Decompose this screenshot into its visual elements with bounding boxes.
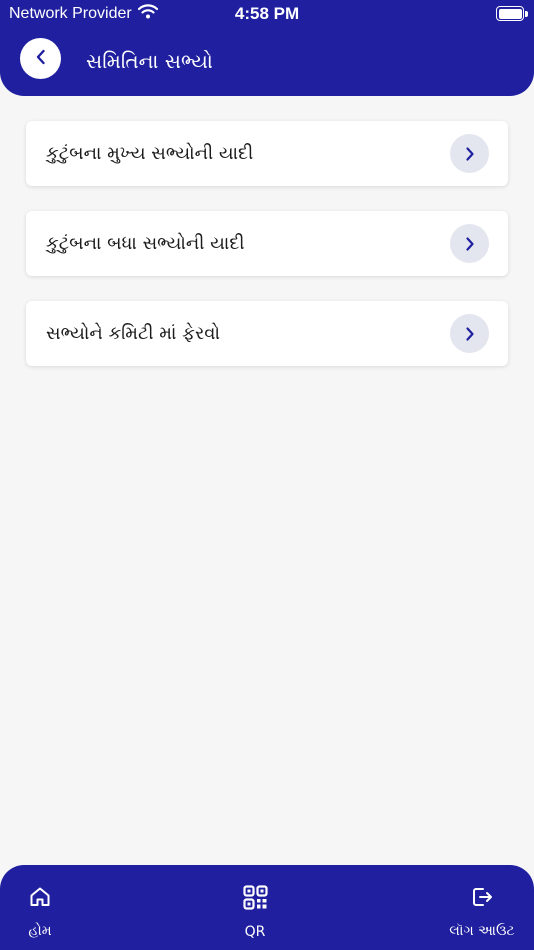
status-time: 4:58 PM xyxy=(234,4,300,23)
page-title: સમિતિના સભ્યો xyxy=(86,49,213,73)
back-button[interactable] xyxy=(20,38,61,79)
chevron-right-icon xyxy=(450,134,489,173)
nav-logout[interactable]: લૉગ આઉટ xyxy=(444,885,520,939)
nav-logout-label: લૉગ આઉટ xyxy=(449,923,515,939)
menu-item-all-members[interactable]: કુટુંબના બધા સભ્યોની યાદી xyxy=(26,211,508,276)
bottom-nav: હોમ QR લૉગ આઉટ xyxy=(0,865,534,950)
nav-qr[interactable]: QR xyxy=(235,885,275,940)
nav-home-label: હોમ xyxy=(28,923,52,939)
menu-item-move-to-committee[interactable]: સભ્યોને કમિટી માં ફેરવો xyxy=(26,301,508,366)
qr-code-icon xyxy=(242,885,268,914)
status-bar: Network Provider 4:58 PM xyxy=(0,0,534,28)
logout-icon xyxy=(470,885,494,913)
menu-item-main-members[interactable]: કુટુંબના મુખ્ય સભ્યોની યાદી xyxy=(26,121,508,186)
app-header: Network Provider 4:58 PM સમિતિના સભ્યો xyxy=(0,0,534,96)
menu-item-label: કુટુંબના બધા સભ્યોની યાદી xyxy=(46,233,245,254)
nav-home[interactable]: હોમ xyxy=(18,885,62,939)
chevron-right-icon xyxy=(450,314,489,353)
chevron-right-icon xyxy=(450,224,489,263)
home-icon xyxy=(28,885,52,913)
menu-list: કુટુંબના મુખ્ય સભ્યોની યાદી કુટુંબના બધા… xyxy=(26,121,508,391)
menu-item-label: સભ્યોને કમિટી માં ફેરવો xyxy=(46,323,220,344)
battery-icon xyxy=(496,6,528,21)
menu-item-label: કુટુંબના મુખ્ય સભ્યોની યાદી xyxy=(46,143,254,164)
nav-qr-label: QR xyxy=(244,924,266,940)
chevron-left-icon xyxy=(34,48,48,70)
